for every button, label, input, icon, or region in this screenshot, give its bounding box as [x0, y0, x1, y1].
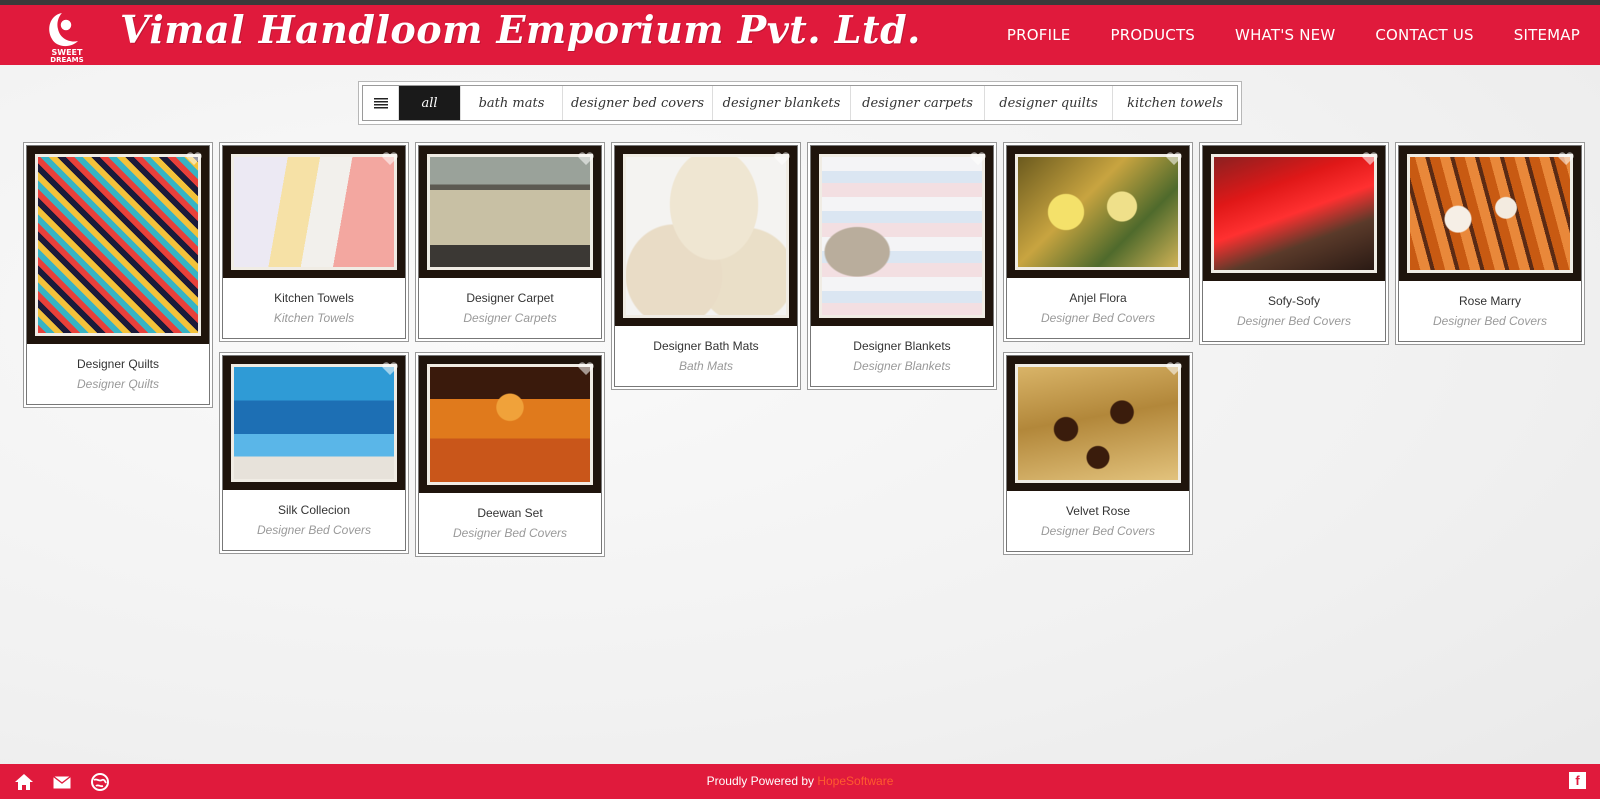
product-card-designer-bath-mats[interactable]: Designer Bath Mats Bath Mats [614, 145, 798, 387]
menu-icon[interactable] [363, 86, 399, 120]
product-card-designer-blankets[interactable]: Designer Blankets Designer Blankets [810, 145, 994, 387]
product-title[interactable]: Designer Quilts [77, 357, 159, 371]
product-title[interactable]: Designer Carpet [466, 291, 553, 305]
product-image[interactable] [1203, 146, 1385, 281]
product-category: Designer Bed Covers [1432, 314, 1548, 328]
product-category: Designer Bed Covers [452, 526, 568, 540]
heart-icon[interactable] [1165, 152, 1183, 166]
site-brand: Vimal Handloom Emporium Pvt. Ltd. [120, 7, 921, 52]
product-title[interactable]: Sofy-Sofy [1268, 294, 1320, 308]
product-category: Designer Blankets [853, 359, 951, 373]
facebook-icon[interactable]: f [1569, 772, 1586, 789]
heart-icon[interactable] [381, 362, 399, 376]
product-image[interactable] [419, 146, 601, 278]
filter-designer-bed-covers[interactable]: designer bed covers [563, 86, 713, 120]
product-card-designer-carpet[interactable]: Designer Carpet Designer Carpets [418, 145, 602, 339]
heart-icon[interactable] [1557, 152, 1575, 166]
site-footer: Proudly Powered by HopeSoftware f [0, 764, 1600, 799]
product-card-designer-quilts[interactable]: Designer Quilts Designer Quilts [26, 145, 210, 405]
product-title[interactable]: Anjel Flora [1069, 291, 1126, 305]
heart-icon[interactable] [1165, 362, 1183, 376]
heart-icon[interactable] [969, 152, 987, 166]
product-card-kitchen-towels[interactable]: Kitchen Towels Kitchen Towels [222, 145, 406, 339]
nav-products[interactable]: PRODUCTS [1110, 26, 1195, 44]
product-image[interactable] [1399, 146, 1581, 281]
product-category: Designer Bed Covers [1236, 314, 1352, 328]
product-category: Designer Bed Covers [256, 523, 372, 537]
heart-icon[interactable] [577, 362, 595, 376]
product-card-rose-marry[interactable]: Rose Marry Designer Bed Covers [1398, 145, 1582, 342]
product-image[interactable] [811, 146, 993, 326]
product-category: Designer Bed Covers [1040, 524, 1156, 538]
filter-designer-blankets[interactable]: designer blankets [713, 86, 851, 120]
filter-designer-quilts[interactable]: designer quilts [985, 86, 1113, 120]
product-image[interactable] [615, 146, 797, 326]
product-image[interactable] [223, 356, 405, 490]
product-title[interactable]: Rose Marry [1459, 294, 1521, 308]
site-header: SWEET DREAMS Vimal Handloom Emporium Pvt… [0, 5, 1600, 65]
product-category: Kitchen Towels [273, 311, 355, 325]
filter-kitchen-towels[interactable]: kitchen towels [1113, 86, 1237, 120]
product-title[interactable]: Designer Blankets [853, 339, 950, 353]
heart-icon[interactable] [577, 152, 595, 166]
powered-brand-link[interactable]: HopeSoftware [817, 774, 893, 788]
nav-whats-new[interactable]: WHAT'S NEW [1235, 26, 1335, 44]
product-title[interactable]: Velvet Rose [1066, 504, 1130, 518]
filter-designer-carpets[interactable]: designer carpets [851, 86, 985, 120]
product-image[interactable] [223, 146, 405, 278]
product-card-sofy-sofy[interactable]: Sofy-Sofy Designer Bed Covers [1202, 145, 1386, 342]
heart-icon[interactable] [773, 152, 791, 166]
product-image[interactable] [419, 356, 601, 493]
product-category: Designer Bed Covers [1040, 311, 1156, 325]
product-category: Designer Carpets [463, 311, 557, 325]
product-card-velvet-rose[interactable]: Velvet Rose Designer Bed Covers [1006, 355, 1190, 552]
filter-all[interactable]: all [399, 86, 461, 120]
filter-bath-mats[interactable]: bath mats [461, 86, 563, 120]
site-logo[interactable]: SWEET DREAMS [44, 9, 90, 64]
product-card-deewan-set[interactable]: Deewan Set Designer Bed Covers [418, 355, 602, 554]
powered-by: Proudly Powered by HopeSoftware [0, 774, 1600, 788]
product-card-anjel-flora[interactable]: Anjel Flora Designer Bed Covers [1006, 145, 1190, 339]
product-title[interactable]: Kitchen Towels [274, 291, 354, 305]
product-title[interactable]: Deewan Set [477, 506, 542, 520]
nav-profile[interactable]: PROFILE [1007, 26, 1071, 44]
category-filter-bar: all bath mats designer bed covers design… [362, 85, 1238, 121]
powered-text: Proudly Powered by [706, 774, 814, 788]
product-title[interactable]: Silk Collecion [278, 503, 350, 517]
heart-icon[interactable] [185, 152, 203, 166]
product-category: Designer Quilts [76, 377, 160, 391]
nav-sitemap[interactable]: SITEMAP [1514, 26, 1580, 44]
heart-icon[interactable] [1361, 152, 1379, 166]
product-image[interactable] [1007, 356, 1189, 491]
main-nav: PROFILE PRODUCTS WHAT'S NEW CONTACT US S… [967, 5, 1580, 65]
heart-icon[interactable] [381, 152, 399, 166]
product-image[interactable] [27, 146, 209, 344]
product-image[interactable] [1007, 146, 1189, 278]
product-title[interactable]: Designer Bath Mats [653, 339, 758, 353]
svg-text:DREAMS: DREAMS [50, 56, 83, 63]
product-category: Bath Mats [678, 359, 734, 373]
nav-contact-us[interactable]: CONTACT US [1375, 26, 1473, 44]
product-card-silk-collecion[interactable]: Silk Collecion Designer Bed Covers [222, 355, 406, 551]
